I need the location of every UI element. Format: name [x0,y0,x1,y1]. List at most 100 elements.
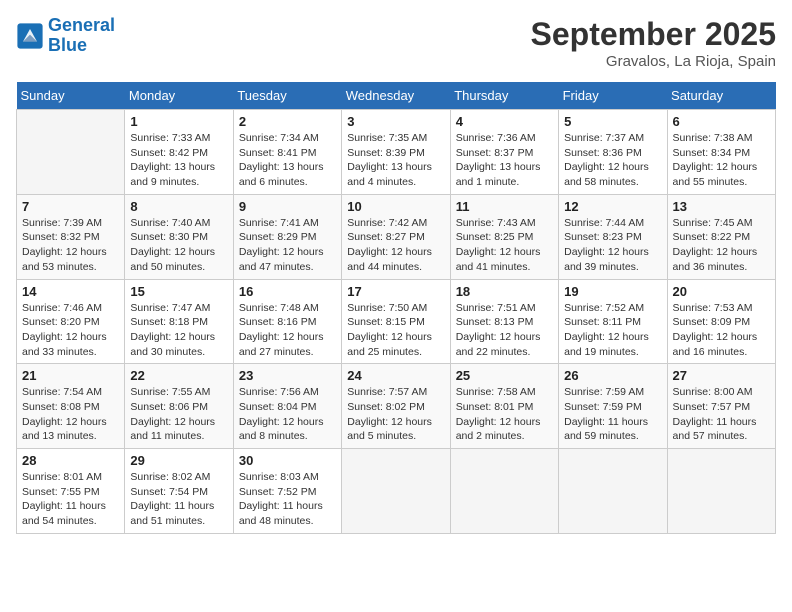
weekday-header-thursday: Thursday [450,82,558,110]
day-info: Sunrise: 7:33 AMSunset: 8:42 PMDaylight:… [130,131,227,190]
day-number: 23 [239,368,336,383]
day-number: 1 [130,114,227,129]
day-info: Sunrise: 7:42 AMSunset: 8:27 PMDaylight:… [347,216,444,275]
calendar-cell: 24 Sunrise: 7:57 AMSunset: 8:02 PMDayligh… [342,364,450,449]
calendar-cell: 29Sunrise: 8:02 AMSunset: 7:54 PMDayligh… [125,449,233,534]
day-info: Sunrise: 7:38 AMSunset: 8:34 PMDaylight:… [673,131,770,190]
calendar-cell: 5Sunrise: 7:37 AMSunset: 8:36 PMDaylight… [559,110,667,195]
day-number: 13 [673,199,770,214]
day-number: 28 [22,453,119,468]
logo-text: General Blue [48,16,115,56]
calendar-week-2: 7 Sunrise: 7:39 AMSunset: 8:32 PMDaylight… [17,194,776,279]
title-area: September 2025 Gravalos, La Rioja, Spain [531,16,776,70]
weekday-header-sunday: Sunday [17,82,125,110]
calendar-cell: 11 Sunrise: 7:43 AMSunset: 8:25 PMDayligh… [450,194,558,279]
weekday-header-monday: Monday [125,82,233,110]
calendar-cell: 27 Sunrise: 8:00 AMSunset: 7:57 PMDayligh… [667,364,775,449]
day-info: Sunrise: 7:41 AMSunset: 8:29 PMDaylight:… [239,216,336,275]
calendar-cell [559,449,667,534]
day-number: 7 [22,199,119,214]
calendar-cell: 10 Sunrise: 7:42 AMSunset: 8:27 PMDayligh… [342,194,450,279]
day-info: Sunrise: 7:35 AMSunset: 8:39 PMDaylight:… [347,131,444,190]
calendar-week-5: 28 Sunrise: 8:01 AMSunset: 7:55 PMDayligh… [17,449,776,534]
calendar-cell: 21 Sunrise: 7:54 AMSunset: 8:08 PMDayligh… [17,364,125,449]
day-number: 12 [564,199,661,214]
calendar-cell: 17 Sunrise: 7:50 AMSunset: 8:15 PMDayligh… [342,279,450,364]
day-info: Sunrise: 7:50 AMSunset: 8:15 PMDaylight:… [347,301,444,360]
calendar-cell [450,449,558,534]
day-number: 4 [456,114,553,129]
day-info: Sunrise: 8:00 AMSunset: 7:57 PMDaylight:… [673,385,770,444]
day-info: Sunrise: 7:40 AMSunset: 8:30 PMDaylight:… [130,216,227,275]
calendar-cell: 15Sunrise: 7:47 AMSunset: 8:18 PMDayligh… [125,279,233,364]
day-info: Sunrise: 7:45 AMSunset: 8:22 PMDaylight:… [673,216,770,275]
weekday-header-row: SundayMondayTuesdayWednesdayThursdayFrid… [17,82,776,110]
weekday-header-friday: Friday [559,82,667,110]
day-info: Sunrise: 7:43 AMSunset: 8:25 PMDaylight:… [456,216,553,275]
day-number: 24 [347,368,444,383]
day-info: Sunrise: 7:47 AMSunset: 8:18 PMDaylight:… [130,301,227,360]
calendar-cell: 25 Sunrise: 7:58 AMSunset: 8:01 PMDayligh… [450,364,558,449]
day-info: Sunrise: 7:53 AMSunset: 8:09 PMDaylight:… [673,301,770,360]
calendar-cell: 22 Sunrise: 7:55 AMSunset: 8:06 PMDayligh… [125,364,233,449]
day-number: 11 [456,199,553,214]
day-info: Sunrise: 7:51 AMSunset: 8:13 PMDaylight:… [456,301,553,360]
day-info: Sunrise: 7:46 AMSunset: 8:20 PMDaylight:… [22,301,119,360]
calendar-cell [667,449,775,534]
calendar-cell: 16 Sunrise: 7:48 AMSunset: 8:16 PMDayligh… [233,279,341,364]
day-info: Sunrise: 7:54 AMSunset: 8:08 PMDaylight:… [22,385,119,444]
day-number: 21 [22,368,119,383]
calendar-cell: 2Sunrise: 7:34 AMSunset: 8:41 PMDaylight… [233,110,341,195]
logo-line2: Blue [48,36,115,56]
day-number: 10 [347,199,444,214]
day-number: 22 [130,368,227,383]
day-number: 26 [564,368,661,383]
day-number: 9 [239,199,336,214]
day-info: Sunrise: 8:03 AMSunset: 7:52 PMDaylight:… [239,470,336,529]
day-info: Sunrise: 7:59 AMSunset: 7:59 PMDaylight:… [564,385,661,444]
day-number: 14 [22,284,119,299]
calendar-cell: 20 Sunrise: 7:53 AMSunset: 8:09 PMDayligh… [667,279,775,364]
day-info: Sunrise: 7:58 AMSunset: 8:01 PMDaylight:… [456,385,553,444]
day-info: Sunrise: 7:57 AMSunset: 8:02 PMDaylight:… [347,385,444,444]
day-number: 17 [347,284,444,299]
weekday-header-tuesday: Tuesday [233,82,341,110]
day-info: Sunrise: 7:52 AMSunset: 8:11 PMDaylight:… [564,301,661,360]
calendar-cell [342,449,450,534]
calendar-cell: 19Sunrise: 7:52 AMSunset: 8:11 PMDayligh… [559,279,667,364]
location-title: Gravalos, La Rioja, Spain [531,53,776,70]
day-info: Sunrise: 7:56 AMSunset: 8:04 PMDaylight:… [239,385,336,444]
header: General Blue September 2025 Gravalos, La… [16,16,776,70]
day-number: 30 [239,453,336,468]
day-number: 3 [347,114,444,129]
calendar-cell: 3 Sunrise: 7:35 AMSunset: 8:39 PMDaylight… [342,110,450,195]
day-number: 29 [130,453,227,468]
weekday-header-saturday: Saturday [667,82,775,110]
calendar-cell: 9 Sunrise: 7:41 AMSunset: 8:29 PMDaylight… [233,194,341,279]
day-info: Sunrise: 7:39 AMSunset: 8:32 PMDaylight:… [22,216,119,275]
weekday-header-wednesday: Wednesday [342,82,450,110]
day-number: 25 [456,368,553,383]
day-info: Sunrise: 8:01 AMSunset: 7:55 PMDaylight:… [22,470,119,529]
calendar-week-1: 1 Sunrise: 7:33 AMSunset: 8:42 PMDaylight… [17,110,776,195]
day-number: 6 [673,114,770,129]
day-number: 18 [456,284,553,299]
day-info: Sunrise: 7:55 AMSunset: 8:06 PMDaylight:… [130,385,227,444]
calendar-cell: 26 Sunrise: 7:59 AMSunset: 7:59 PMDayligh… [559,364,667,449]
day-number: 5 [564,114,661,129]
calendar-cell: 8 Sunrise: 7:40 AMSunset: 8:30 PMDaylight… [125,194,233,279]
day-info: Sunrise: 7:36 AMSunset: 8:37 PMDaylight:… [456,131,553,190]
calendar-cell: 28 Sunrise: 8:01 AMSunset: 7:55 PMDayligh… [17,449,125,534]
calendar-cell [17,110,125,195]
calendar-cell: 14 Sunrise: 7:46 AMSunset: 8:20 PMDayligh… [17,279,125,364]
calendar-table: SundayMondayTuesdayWednesdayThursdayFrid… [16,82,776,534]
day-number: 27 [673,368,770,383]
day-info: Sunrise: 7:48 AMSunset: 8:16 PMDaylight:… [239,301,336,360]
month-title: September 2025 [531,16,776,53]
day-number: 8 [130,199,227,214]
logo-icon [16,22,44,50]
calendar-cell: 12Sunrise: 7:44 AMSunset: 8:23 PMDayligh… [559,194,667,279]
calendar-cell: 13 Sunrise: 7:45 AMSunset: 8:22 PMDayligh… [667,194,775,279]
day-number: 16 [239,284,336,299]
day-number: 20 [673,284,770,299]
